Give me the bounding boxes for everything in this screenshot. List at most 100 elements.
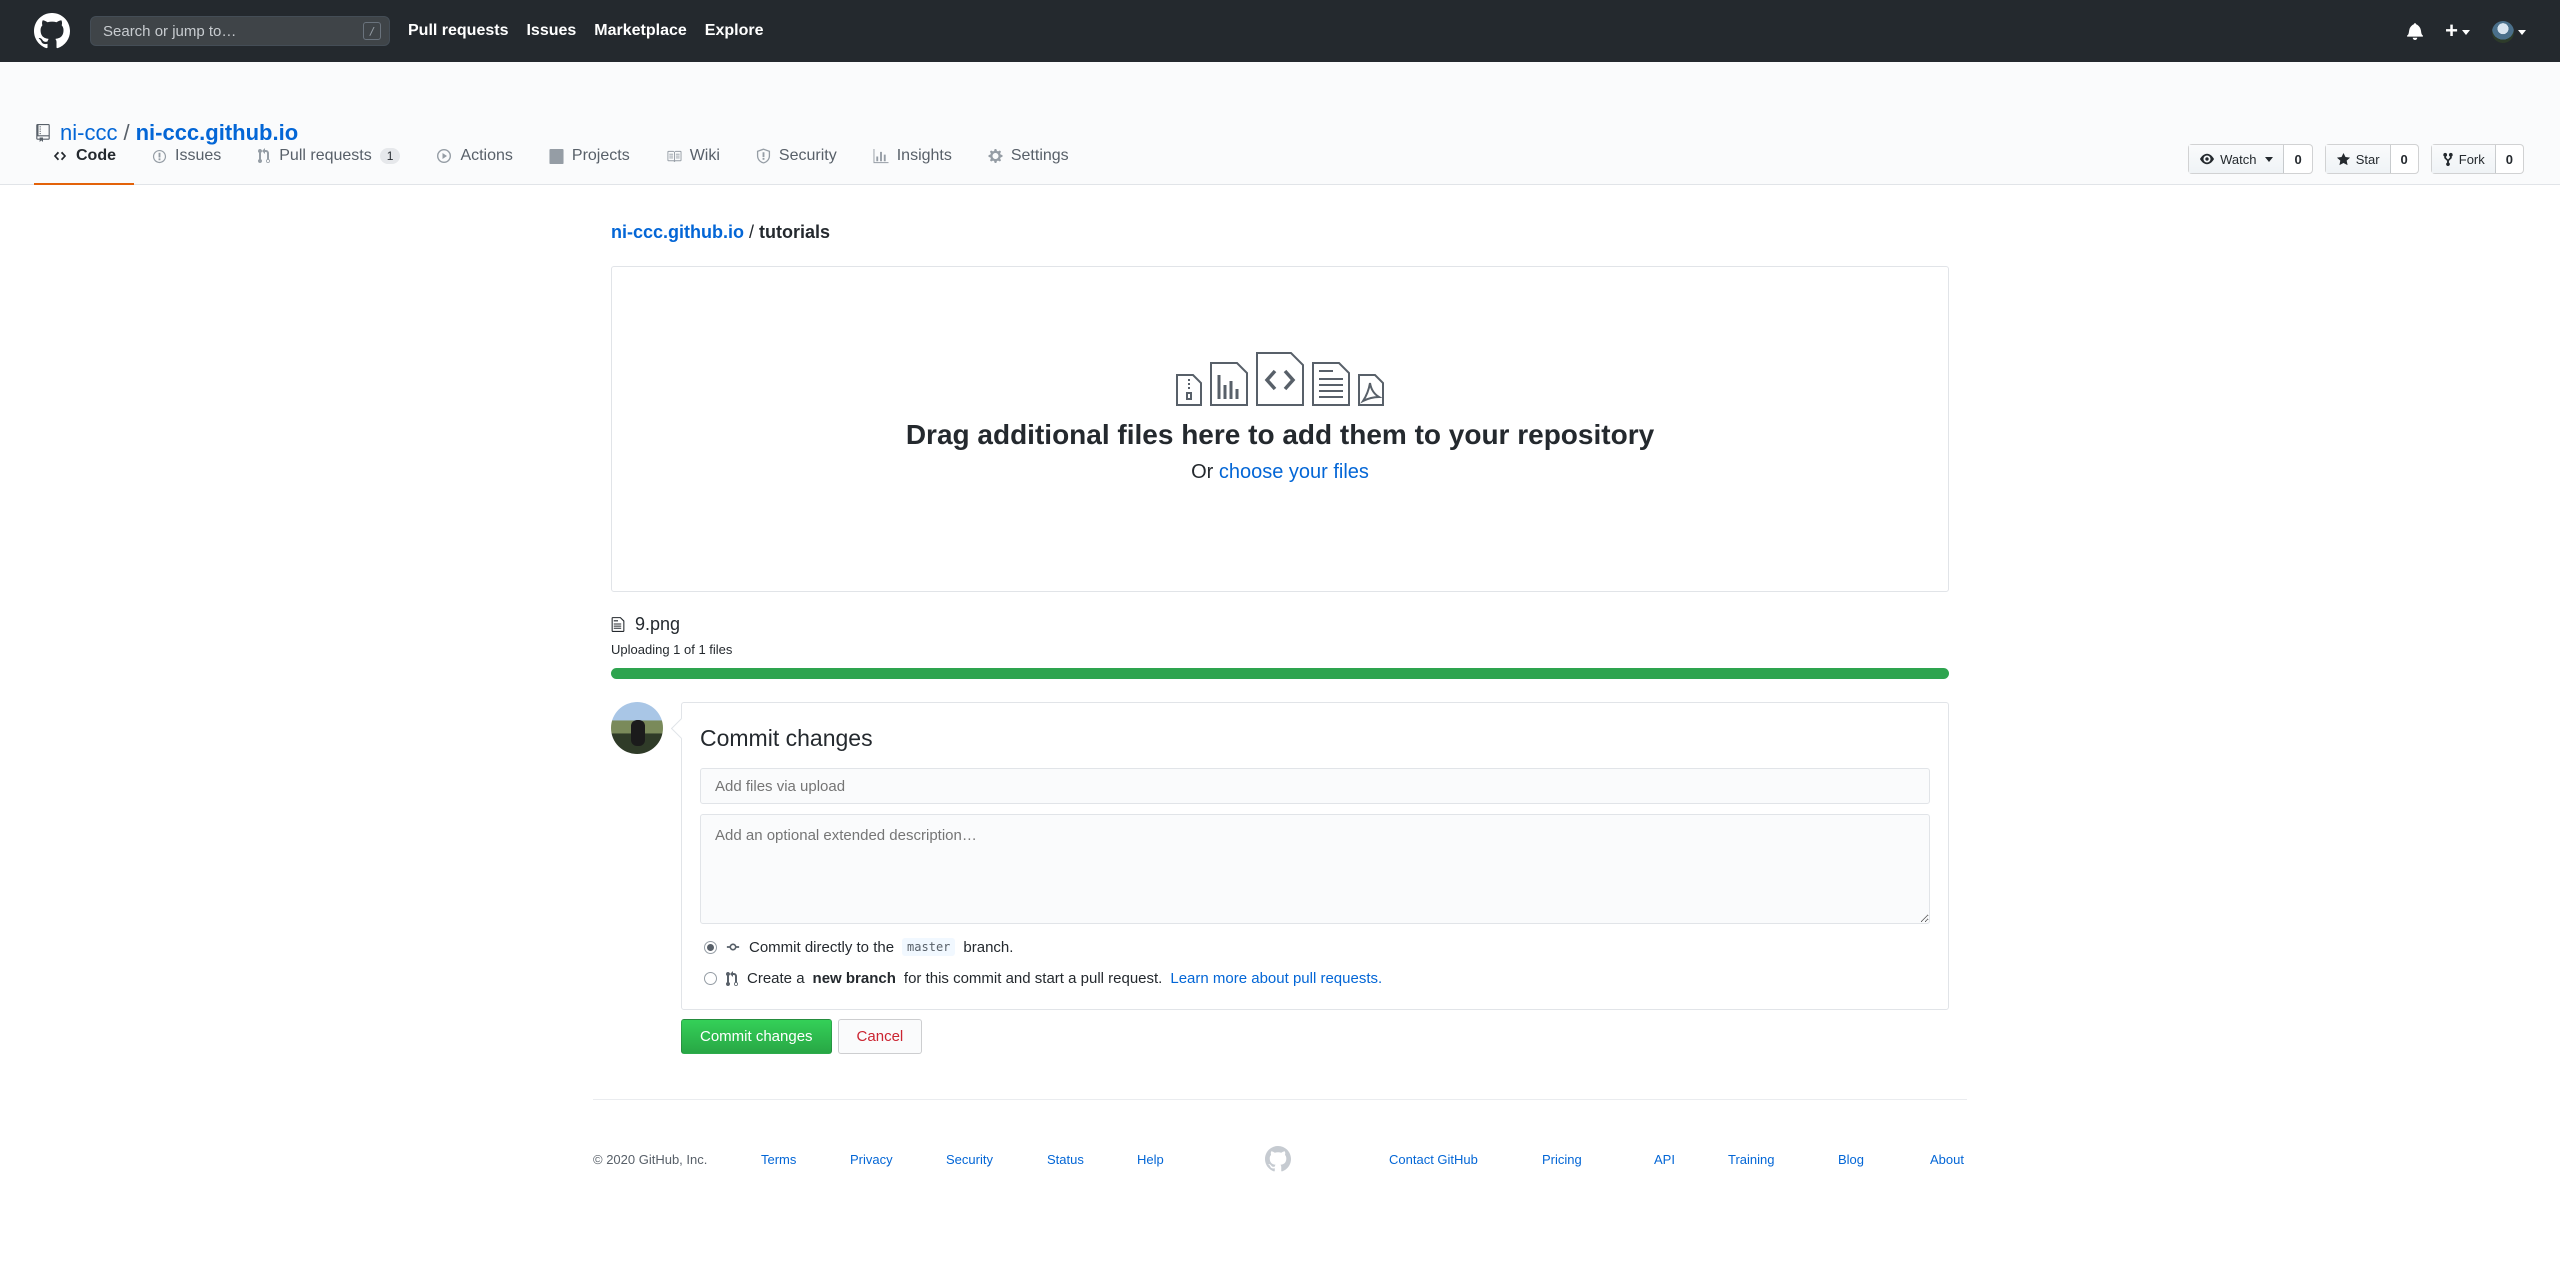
file-icon [611, 617, 625, 632]
plus-icon: + [2445, 18, 2458, 43]
commit-description-input[interactable] [700, 814, 1930, 924]
footer-link-training[interactable]: Training [1728, 1152, 1838, 1167]
tab-label: Insights [896, 147, 952, 164]
chevron-down-icon [2462, 29, 2470, 35]
tab-settings[interactable]: Settings [970, 129, 1087, 185]
bell-icon[interactable] [2407, 22, 2424, 40]
tab-issues[interactable]: Issues [134, 129, 239, 185]
git-commit-icon [726, 943, 740, 951]
uploaded-file: 9.png [611, 614, 680, 635]
commit-buttons: Commit changes Cancel [681, 1019, 923, 1054]
footer-links: © 2020 GitHub, Inc. Terms Privacy Securi… [593, 1146, 1967, 1172]
global-nav: Pull requests Issues Marketplace Explore [408, 22, 781, 40]
commit-changes-button[interactable]: Commit changes [681, 1019, 832, 1054]
footer-link-blog[interactable]: Blog [1838, 1152, 1930, 1167]
tab-label: Code [76, 147, 116, 164]
create-new-button[interactable]: + [2445, 18, 2470, 44]
commit-direct-text: Commit directly to the [749, 938, 895, 956]
repo-actions: Watch 0 Star 0 Fork 0 [2188, 144, 2524, 174]
new-branch-text: Create a [747, 970, 805, 987]
new-branch-text-end: for this commit and start a pull request… [903, 970, 1163, 987]
search-shortcut-key: / [363, 22, 381, 40]
book-icon [667, 150, 682, 162]
fork-button-group: Fork 0 [2430, 144, 2524, 174]
chevron-down-icon [2518, 29, 2526, 35]
chart-file-icon [1210, 362, 1248, 406]
pull-request-icon [258, 148, 271, 163]
tab-projects[interactable]: Projects [531, 129, 648, 185]
graph-icon [873, 148, 889, 163]
commit-form-title: Commit changes [700, 725, 873, 751]
issue-icon [152, 149, 167, 163]
footer: © 2020 GitHub, Inc. Terms Privacy Securi… [593, 1099, 1967, 1179]
pull-request-counter: 1 [379, 148, 401, 164]
nav-marketplace[interactable]: Marketplace [594, 22, 687, 40]
tab-actions[interactable]: Actions [418, 129, 530, 185]
code-file-icon [1256, 352, 1304, 406]
footer-link-privacy[interactable]: Privacy [850, 1152, 946, 1167]
pull-request-icon [726, 970, 738, 986]
footer-link-terms[interactable]: Terms [761, 1152, 850, 1167]
tab-pull-requests[interactable]: Pull requests 1 [239, 129, 418, 185]
github-logo-icon[interactable] [34, 13, 70, 49]
tab-insights[interactable]: Insights [855, 129, 970, 185]
drop-or-text: Or [1191, 461, 1214, 483]
avatar [2492, 21, 2514, 44]
fork-label: Fork [2458, 151, 2485, 167]
nav-pull-requests[interactable]: Pull requests [408, 22, 508, 40]
star-button[interactable]: Star [2325, 145, 2391, 173]
breadcrumb-current: tutorials [759, 222, 831, 242]
breadcrumb-root-link[interactable]: ni-ccc.github.io [611, 222, 744, 242]
tab-label: Projects [571, 147, 630, 164]
watch-label: Watch [2220, 151, 2257, 167]
file-type-icons [612, 351, 1948, 407]
search-input[interactable]: Search or jump to… / [90, 16, 390, 46]
project-icon [549, 148, 564, 164]
upload-progress-fill [611, 668, 1949, 679]
footer-link-api[interactable]: API [1654, 1152, 1728, 1167]
drop-zone-title: Drag additional files here to add them t… [905, 419, 1655, 450]
nav-explore[interactable]: Explore [705, 22, 764, 40]
nav-issues[interactable]: Issues [526, 22, 576, 40]
upload-progress-bar [611, 668, 1949, 679]
pdf-file-icon [1358, 374, 1384, 406]
uploaded-file-name: 9.png [635, 614, 681, 634]
tab-label: Issues [175, 147, 222, 164]
fork-count[interactable]: 0 [2496, 145, 2523, 173]
commit-form: Commit changes Commit directly to the ma… [681, 702, 1949, 1010]
commit-direct-text-end: branch. [963, 938, 1014, 956]
footer-link-help[interactable]: Help [1137, 1152, 1265, 1167]
watch-button[interactable]: Watch [2189, 145, 2285, 173]
play-icon [437, 149, 452, 163]
learn-more-link[interactable]: Learn more about pull requests. [1170, 970, 1382, 987]
cancel-button[interactable]: Cancel [837, 1019, 923, 1054]
commit-new-branch-option[interactable]: Create a new branch for this commit and … [700, 970, 1930, 987]
commit-summary-input[interactable] [700, 768, 1930, 804]
tab-code[interactable]: Code [34, 129, 134, 185]
user-menu-button[interactable] [2492, 18, 2526, 44]
fork-button[interactable]: Fork [2431, 145, 2496, 173]
avatar[interactable] [611, 702, 663, 754]
commit-new-branch-radio[interactable] [704, 972, 717, 985]
upload-status: Uploading 1 of 1 files [611, 642, 733, 657]
footer-link-about[interactable]: About [1930, 1152, 1964, 1167]
watch-count[interactable]: 0 [2284, 145, 2311, 173]
drop-zone-subtitle: Or choose your files [612, 461, 1948, 484]
header-actions: + [2407, 18, 2526, 44]
star-count[interactable]: 0 [2391, 145, 2418, 173]
commit-direct-option[interactable]: Commit directly to the master branch. [700, 938, 1930, 956]
github-logo-icon[interactable] [1265, 1146, 1291, 1172]
file-drop-zone[interactable]: Drag additional files here to add them t… [611, 266, 1949, 592]
chevron-down-icon [2265, 156, 2274, 162]
tab-security[interactable]: Security [738, 129, 855, 185]
choose-files-link[interactable]: choose your files [1219, 461, 1369, 483]
footer-link-contact[interactable]: Contact GitHub [1389, 1152, 1542, 1167]
repo-tabs: Code Issues Pull requests 1 Actions Proj… [34, 129, 1087, 185]
star-label: Star [2355, 151, 2380, 167]
footer-link-security[interactable]: Security [946, 1152, 1047, 1167]
footer-link-pricing[interactable]: Pricing [1542, 1152, 1654, 1167]
global-header: Search or jump to… / Pull requests Issue… [0, 0, 2560, 62]
tab-wiki[interactable]: Wiki [648, 129, 738, 185]
footer-link-status[interactable]: Status [1047, 1152, 1137, 1167]
commit-direct-radio[interactable] [704, 940, 717, 954]
